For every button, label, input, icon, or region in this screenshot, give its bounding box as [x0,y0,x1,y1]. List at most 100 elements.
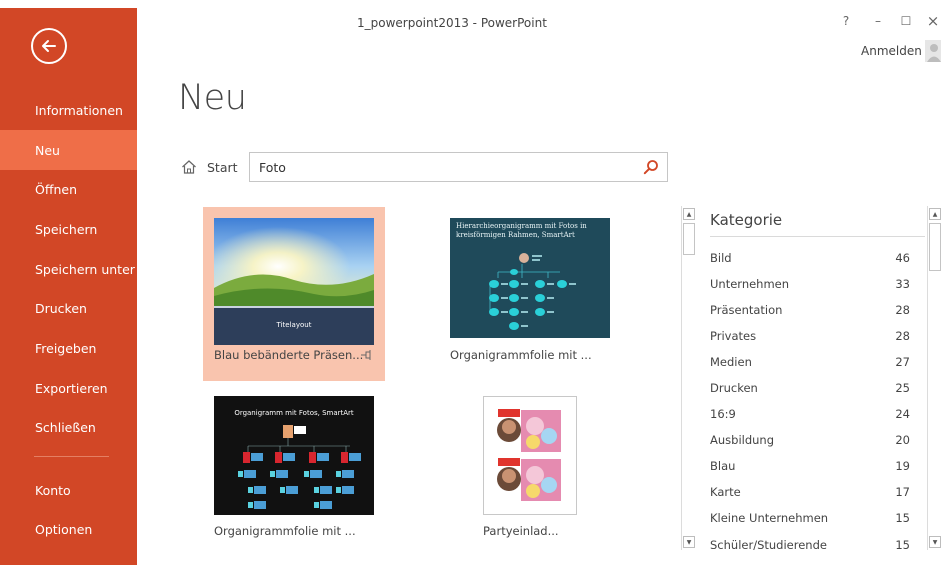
category-item[interactable]: Kleine Unternehmen 15 [710,508,910,528]
sidebar-divider [34,456,109,457]
scroll-down-arrow-icon[interactable]: ▼ [929,536,941,548]
templates-scrollbar[interactable]: ▲ ▼ [681,206,695,550]
category-count: 33 [895,277,910,291]
category-name: Kleine Unternehmen [710,511,829,525]
category-count: 15 [895,538,910,552]
category-item[interactable]: Karte 17 [710,482,910,502]
sidebar-item-label: Optionen [35,521,93,537]
category-item[interactable]: Blau 19 [710,456,910,476]
category-name: Präsentation [710,303,783,317]
category-item[interactable]: Unternehmen 33 [710,274,910,294]
sidebar-item-label: Konto [35,482,71,498]
help-button[interactable]: ? [839,14,853,28]
category-item[interactable]: Privates 28 [710,326,910,346]
user-avatar-icon[interactable] [925,40,941,62]
template-org-chart-circles[interactable]: Hierarchieorganigramm mit Fotos in kreis… [439,207,621,381]
template-thumbnail-org-chart-dark: Organigramm mit Fotos, SmartArt [214,396,374,515]
page-title: Neu [178,78,247,118]
sidebar-item-label: Drucken [35,300,87,316]
window-title: 1_powerpoint2013 - PowerPoint [357,16,547,30]
sidebar-item-drucken[interactable]: Drucken [0,288,137,328]
search-icon[interactable] [643,159,659,175]
category-divider [710,236,925,237]
category-name: Ausbildung [710,433,775,447]
category-count: 19 [895,459,910,473]
template-thumbnail-org-chart: Hierarchieorganigramm mit Fotos in kreis… [450,218,610,338]
sidebar-item-speichern[interactable]: Speichern [0,209,137,249]
home-icon[interactable] [181,159,197,175]
category-heading: Kategorie [710,211,783,229]
category-item[interactable]: 16:9 24 [710,404,910,424]
scroll-up-arrow-icon[interactable]: ▲ [929,208,941,220]
template-party-invitation[interactable]: Partyeinlad... [473,385,623,555]
category-count: 25 [895,381,910,395]
scroll-thumb[interactable] [683,223,695,255]
sidebar-item-oeffnen[interactable]: Öffnen [0,169,137,209]
back-arrow-icon[interactable] [31,28,67,64]
sidebar-item-konto[interactable]: Konto [0,470,137,510]
category-count: 17 [895,485,910,499]
category-count: 20 [895,433,910,447]
minimize-button[interactable]: – [871,14,885,28]
sidebar-item-label: Öffnen [35,181,77,197]
template-label: Blau bebänderte Präsen... [214,348,364,362]
category-name: Karte [710,485,741,499]
category-item[interactable]: Schüler/Studierende 15 [710,535,910,555]
category-scrollbar[interactable]: ▲ ▼ [927,206,941,550]
sidebar-item-optionen[interactable]: Optionen [0,509,137,549]
sidebar-item-label: Exportieren [35,380,108,396]
category-name: Blau [710,459,736,473]
thumbnail-title: Hierarchieorganigramm mit Fotos in kreis… [456,222,587,239]
sidebar-item-label: Neu [35,142,60,158]
sidebar-item-label: Schließen [35,419,96,435]
category-count: 15 [895,511,910,525]
category-item[interactable]: Präsentation 28 [710,300,910,320]
backstage-sidebar: Informationen Neu Öffnen Speichern Speic… [0,0,137,565]
sidebar-item-freigeben[interactable]: Freigeben [0,328,137,368]
category-count: 28 [895,303,910,317]
sidebar-item-label: Freigeben [35,340,97,356]
thumbnail-title: Titelayout [276,321,312,329]
template-org-chart-photos[interactable]: Organigramm mit Fotos, SmartArt Organigr… [203,385,385,555]
thumbnail-title: Organigramm mit Fotos, SmartArt [234,409,354,417]
category-count: 24 [895,407,910,421]
category-name: Privates [710,329,757,343]
category-item[interactable]: Bild 46 [710,248,910,268]
scroll-down-arrow-icon[interactable]: ▼ [683,536,695,548]
category-name: Unternehmen [710,277,790,291]
sidebar-item-speichern-unter[interactable]: Speichern unter [0,249,137,289]
category-name: Schüler/Studierende [710,538,827,552]
template-thumbnail-party [483,396,577,515]
signin-link[interactable]: Anmelden [861,44,922,58]
sidebar-item-label: Speichern [35,221,98,237]
category-count: 27 [895,355,910,369]
template-thumbnail-landscape: Titelayout [214,218,374,345]
close-button[interactable]: × [926,12,940,30]
category-item[interactable]: Ausbildung 20 [710,430,910,450]
sidebar-item-informationen[interactable]: Informationen [0,90,137,130]
pin-icon[interactable] [361,350,373,360]
sidebar-item-schliessen[interactable]: Schließen [0,407,137,447]
arrow-left-icon [42,40,56,52]
category-count: 46 [895,251,910,265]
sidebar-item-label: Informationen [35,102,123,118]
scroll-thumb[interactable] [929,223,941,271]
template-label: Organigrammfolie mit ... [450,348,592,362]
sidebar-item-exportieren[interactable]: Exportieren [0,368,137,408]
template-blue-banded[interactable]: Titelayout Blau bebänderte Präsen... [203,207,385,381]
maximize-button[interactable]: ☐ [899,14,913,28]
sidebar-item-label: Speichern unter [35,261,135,277]
category-name: 16:9 [710,407,736,421]
template-label: Partyeinlad... [483,524,559,538]
category-name: Medien [710,355,752,369]
category-item[interactable]: Drucken 25 [710,378,910,398]
search-input[interactable] [259,158,629,176]
template-search [249,152,668,182]
category-name: Bild [710,251,732,265]
category-name: Drucken [710,381,758,395]
sidebar-item-neu[interactable]: Neu [0,130,137,170]
category-item[interactable]: Medien 27 [710,352,910,372]
scroll-up-arrow-icon[interactable]: ▲ [683,208,695,220]
template-label: Organigrammfolie mit ... [214,524,356,538]
breadcrumb-start[interactable]: Start [207,160,238,175]
